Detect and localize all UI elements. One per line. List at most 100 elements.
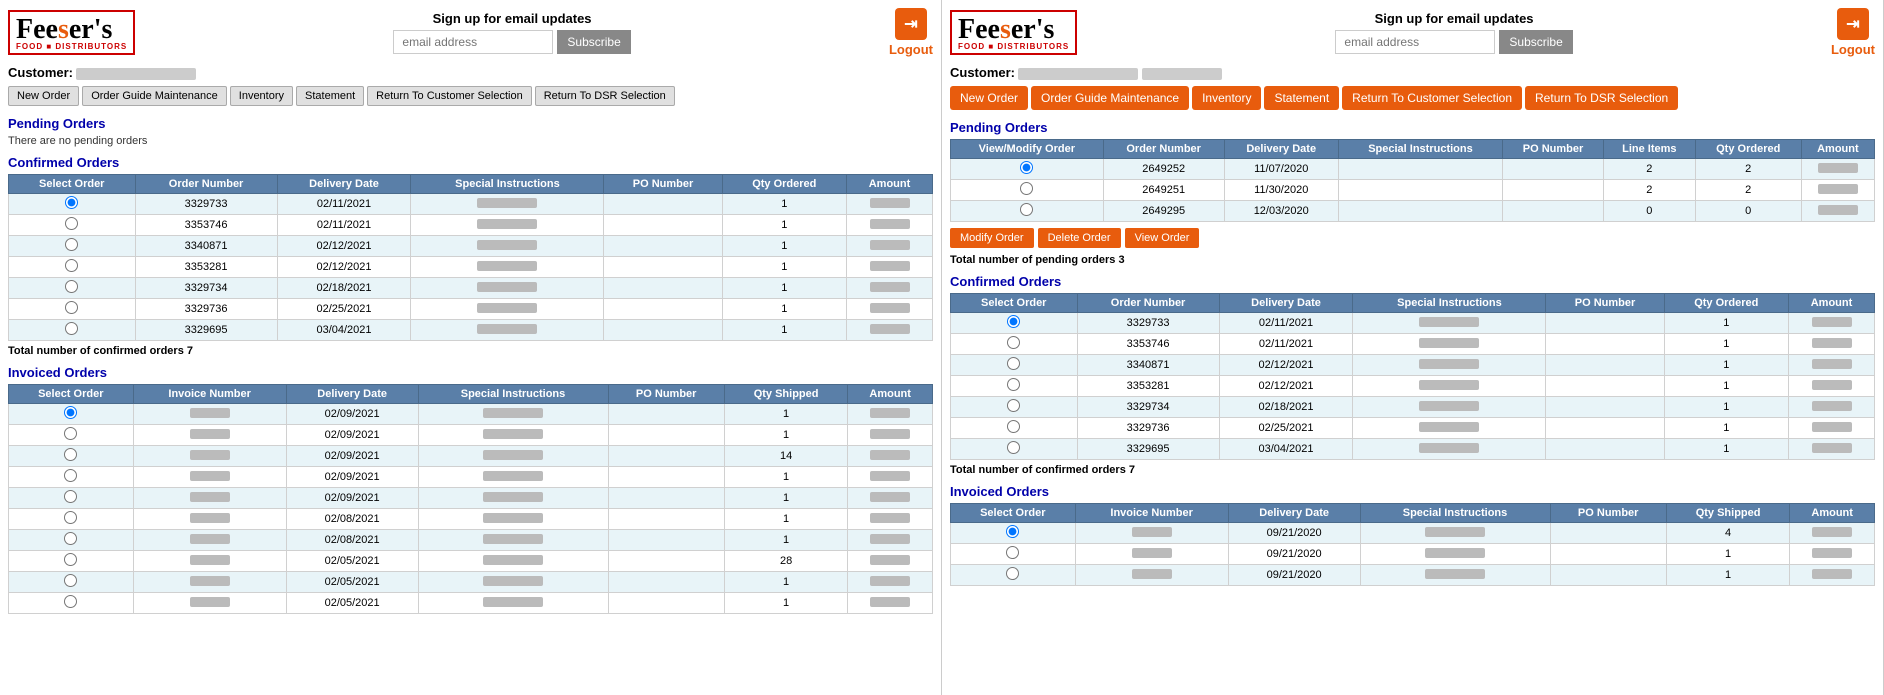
return-dsr-btn-right[interactable]: Return To DSR Selection [1525,86,1678,110]
amount [870,597,910,607]
delivery-date: 02/12/2021 [277,236,411,257]
statement-btn-right[interactable]: Statement [1264,86,1339,110]
table-row: 02/08/2021 1 [9,509,933,530]
row-radio[interactable] [64,595,77,608]
delivery-date: 09/21/2020 [1228,565,1360,586]
delete-order-button[interactable]: Delete Order [1038,228,1121,248]
delivery-date: 09/21/2020 [1228,523,1360,544]
qty-ordered: 2 [1695,180,1801,201]
row-radio[interactable] [64,511,77,524]
pending-orders-title-right: Pending Orders [950,120,1875,135]
row-radio[interactable] [1020,161,1033,174]
email-input-right[interactable] [1335,30,1495,54]
row-radio[interactable] [65,259,78,272]
row-radio[interactable] [1007,357,1020,370]
row-radio[interactable] [64,406,77,419]
row-radio[interactable] [64,553,77,566]
row-radio[interactable] [65,196,78,209]
row-radio[interactable] [1007,441,1020,454]
row-radio[interactable] [64,490,77,503]
confirmed-orders-table: Select Order Order Number Delivery Date … [8,174,933,341]
col-invoice: Invoice Number [1075,504,1228,523]
inventory-btn-right[interactable]: Inventory [1192,86,1261,110]
row-radio[interactable] [1006,525,1019,538]
row-radio[interactable] [1007,336,1020,349]
logo-right: Feeser's FOOD ■ DISTRIBUTORS [950,10,1077,55]
return-dsr-button[interactable]: Return To DSR Selection [535,86,675,106]
delivery-date: 02/11/2021 [1219,334,1353,355]
special-instructions [483,513,543,523]
special-instructions [483,408,543,418]
logout-button[interactable]: ⇥ Logout [889,8,933,57]
col-amount: Amount [1789,294,1875,313]
order-number: 2649251 [1103,180,1224,201]
logout-button-right[interactable]: ⇥ Logout [1831,8,1875,57]
amount [870,303,910,313]
subscribe-button[interactable]: Subscribe [557,30,630,54]
col-delivery: Delivery Date [1228,504,1360,523]
row-radio[interactable] [64,427,77,440]
special-instructions [1425,527,1485,537]
row-radio[interactable] [64,574,77,587]
row-radio[interactable] [1007,399,1020,412]
logout-icon-right: ⇥ [1837,8,1869,40]
row-radio[interactable] [1006,567,1019,580]
special-instructions [483,429,543,439]
row-radio[interactable] [1007,315,1020,328]
return-customer-btn-right[interactable]: Return To Customer Selection [1342,86,1522,110]
col-po: PO Number [1550,504,1666,523]
special-instructions [477,219,537,229]
delivery-date: 02/11/2021 [277,194,411,215]
table-row: 2649251 11/30/2020 2 2 [951,180,1875,201]
invoice-number [190,555,230,565]
invoiced-orders-title: Invoiced Orders [8,365,933,380]
confirmed-orders-title-right: Confirmed Orders [950,274,1875,289]
row-radio[interactable] [1007,378,1020,391]
amount [1812,422,1852,432]
delivery-date: 02/11/2021 [277,215,411,236]
statement-button[interactable]: Statement [296,86,364,106]
row-radio[interactable] [64,469,77,482]
row-radio[interactable] [65,217,78,230]
email-input[interactable] [393,30,553,54]
col-delivery: Delivery Date [277,175,411,194]
table-row: 09/21/2020 1 [951,544,1875,565]
order-guide-btn-right[interactable]: Order Guide Maintenance [1031,86,1189,110]
row-radio[interactable] [1007,420,1020,433]
amount [1812,380,1852,390]
special-instructions [477,198,537,208]
col-special: Special Instructions [1353,294,1546,313]
signup-title: Sign up for email updates [393,11,630,26]
row-radio[interactable] [64,532,77,545]
row-radio[interactable] [65,301,78,314]
order-number: 3340871 [135,236,277,257]
modify-order-button[interactable]: Modify Order [950,228,1034,248]
qty-ordered: 1 [1664,439,1788,460]
row-radio[interactable] [1006,546,1019,559]
view-order-button[interactable]: View Order [1125,228,1200,248]
row-radio[interactable] [65,280,78,293]
row-radio[interactable] [1020,182,1033,195]
col-shipped: Qty Shipped [1666,504,1789,523]
new-order-btn-right[interactable]: New Order [950,86,1028,110]
amount [870,555,910,565]
amount [870,282,910,292]
qty-ordered: 1 [1664,313,1788,334]
delivery-date: 02/11/2021 [1219,313,1353,334]
order-number: 3329695 [135,320,277,341]
row-radio[interactable] [64,448,77,461]
special-instructions [1419,380,1479,390]
order-guide-button[interactable]: Order Guide Maintenance [82,86,227,106]
new-order-button[interactable]: New Order [8,86,79,106]
customer-value2-right [1142,68,1222,80]
email-row-right: Subscribe [1335,30,1572,54]
subscribe-button-right[interactable]: Subscribe [1499,30,1572,54]
inventory-button[interactable]: Inventory [230,86,293,106]
return-customer-button[interactable]: Return To Customer Selection [367,86,532,106]
confirmed-total: Total number of confirmed orders 7 [8,345,933,357]
row-radio[interactable] [65,322,78,335]
qty-ordered: 0 [1695,201,1801,222]
order-number: 3329734 [135,278,277,299]
row-radio[interactable] [65,238,78,251]
row-radio[interactable] [1020,203,1033,216]
